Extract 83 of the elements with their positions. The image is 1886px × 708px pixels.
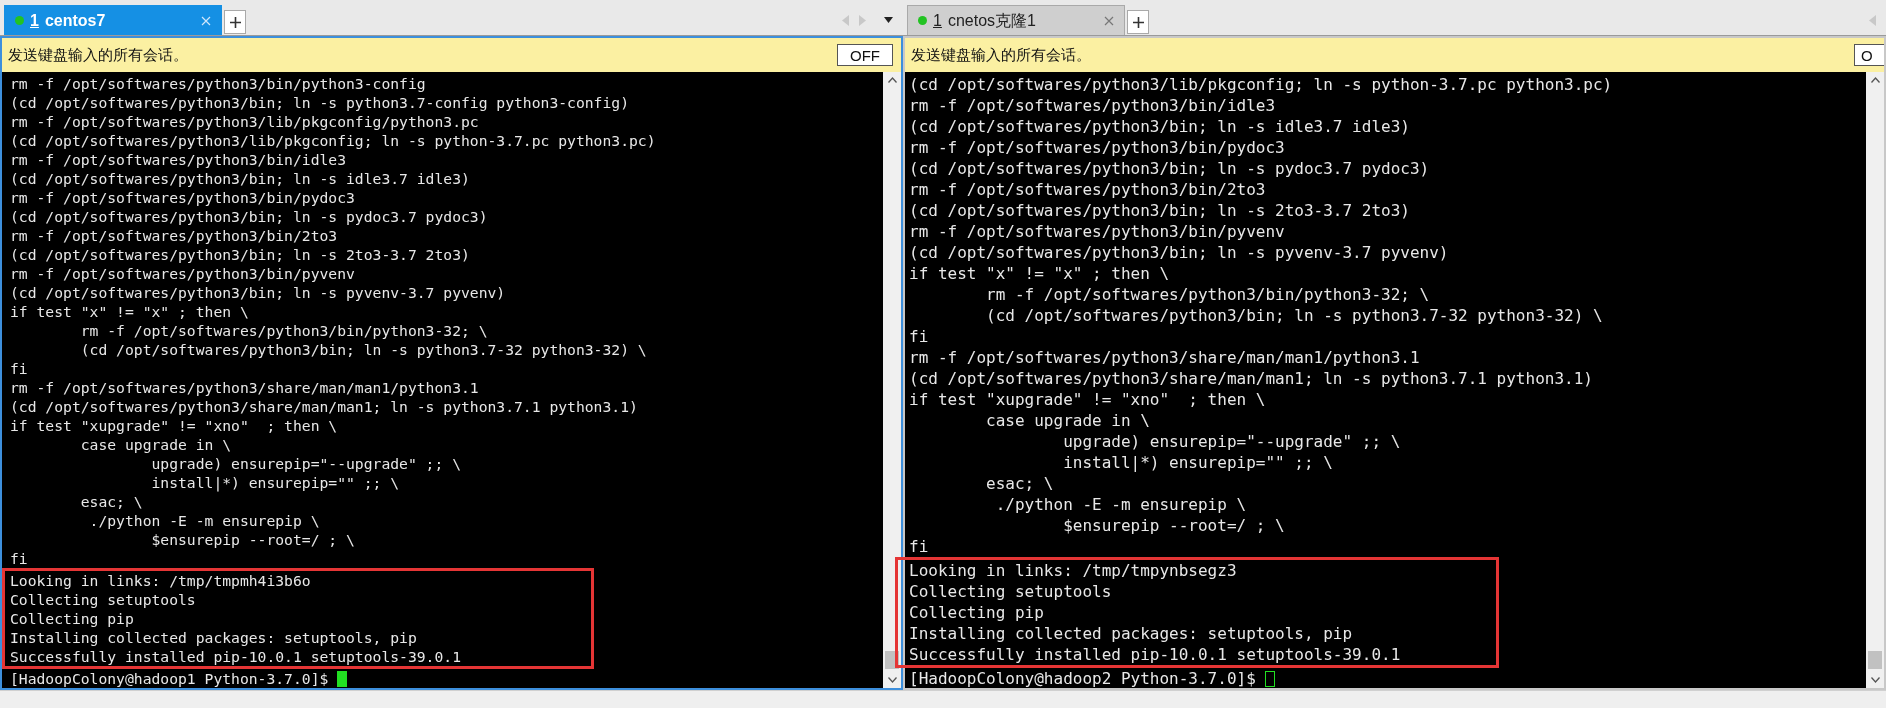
terminal-line: (cd /opt/softwares/python3/bin; ln -s pyvenv-3.7 pyvenv)	[909, 242, 1450, 263]
terminal-line: fi	[10, 359, 29, 378]
terminal-line: case upgrade in \	[79, 435, 233, 454]
terminal-line: (cd /opt/softwares/python3/lib/pkgconfig; ln -s python-3.7.pc python3.pc)	[909, 74, 1614, 95]
terminal-line: fi	[909, 536, 930, 557]
terminal-line: rm -f /opt/softwares/python3/bin/pydoc3	[10, 188, 356, 207]
tab-number: 1	[30, 10, 39, 31]
scrollbar[interactable]	[883, 72, 901, 688]
terminal-line: rm -f /opt/softwares/python3/lib/pkgconfig/python3.pc	[10, 112, 480, 131]
broadcast-message: 发送键盘输入的所有会话。	[911, 44, 1091, 65]
session-tab[interactable]: 1 cnetos克隆1	[907, 5, 1125, 35]
scroll-down-icon[interactable]	[887, 677, 897, 683]
terminal-line: (cd /opt/softwares/python3/bin; ln -s pydoc3.7 pydoc3)	[10, 207, 489, 226]
terminal-line: Successfully installed pip-10.0.1 setuptools-39.0.1	[909, 644, 1402, 665]
scrollbar[interactable]	[1866, 72, 1884, 688]
plus-icon	[229, 16, 241, 28]
shell-prompt: [HadoopColony@hadoop2 Python-3.7.0]$	[909, 668, 1257, 689]
terminal-line: rm -f /opt/softwares/python3/share/man/man1/python3.1	[10, 378, 480, 397]
terminal-line: rm -f /opt/softwares/python3/bin/pyvenv	[909, 221, 1286, 242]
terminal-line: if test "xupgrade" != "xno" ; then \	[909, 389, 1267, 410]
terminal-line: rm -f /opt/softwares/python3/bin/2to3	[10, 226, 339, 245]
terminal-line: (cd /opt/softwares/python3/lib/pkgconfig; ln -s python-3.7.pc python3.pc)	[10, 131, 657, 150]
terminal-line: rm -f /opt/softwares/python3/bin/python3-config	[10, 74, 427, 93]
new-tab-button[interactable]	[1127, 10, 1149, 34]
terminal-line: Collecting pip	[909, 602, 1045, 623]
scroll-up-icon[interactable]	[887, 77, 897, 83]
terminal-line: Successfully installed pip-10.0.1 setuptools-39.0.1	[10, 647, 462, 666]
terminal-line: if test "x" != "x" ; then \	[909, 263, 1171, 284]
terminal-line: rm -f /opt/softwares/python3/share/man/man1/python3.1	[909, 347, 1421, 368]
scroll-down-icon[interactable]	[1870, 677, 1880, 683]
terminal-line: $ensurepip --root=/ ; \	[150, 530, 356, 549]
terminal-line: rm -f /opt/softwares/python3/bin/pyvenv	[10, 264, 356, 283]
terminal-line: rm -f /opt/softwares/python3/bin/2to3	[909, 179, 1267, 200]
broadcast-message: 发送键盘输入的所有会话。	[8, 44, 188, 65]
terminal-line: esac; \	[985, 473, 1055, 494]
terminal-line: fi	[909, 326, 930, 347]
terminal-line: rm -f /opt/softwares/python3/bin/python3-32; \	[79, 321, 489, 340]
scrollbar-thumb[interactable]	[1868, 651, 1882, 669]
terminal-line: (cd /opt/softwares/python3/bin; ln -s 2to3-3.7 2to3)	[909, 200, 1411, 221]
new-tab-button[interactable]	[224, 10, 246, 34]
terminal-line: rm -f /opt/softwares/python3/bin/python3-32; \	[985, 284, 1431, 305]
off-button[interactable]: OFF	[837, 44, 893, 66]
tab-label: cnetos克隆1	[947, 10, 1036, 31]
tab-number: 1	[933, 10, 942, 31]
terminal-line: Installing collected packages: setuptools, pip	[10, 628, 418, 647]
terminal-line: esac; \	[79, 492, 144, 511]
terminal-line: upgrade) ensurepip="--upgrade" ;; \	[1062, 431, 1402, 452]
terminal-line: (cd /opt/softwares/python3/share/man/man1; ln -s python3.7.1 python3.1)	[10, 397, 639, 416]
terminal-line: Installing collected packages: setuptools, pip	[909, 623, 1354, 644]
terminal-line: (cd /opt/softwares/python3/bin; ln -s python3.7-config python3-config)	[10, 93, 630, 112]
terminal-line: Collecting pip	[10, 609, 135, 628]
terminal-line: Looking in links: /tmp/tmpmh4i3b6o	[10, 571, 312, 590]
terminal-line: (cd /opt/softwares/python3/bin; ln -s pyvenv-3.7 pyvenv)	[10, 283, 507, 302]
terminal-line: rm -f /opt/softwares/python3/bin/idle3	[909, 95, 1277, 116]
shell-prompt: [HadoopColony@hadoop1 Python-3.7.0]$	[10, 669, 330, 688]
terminal-line: (cd /opt/softwares/python3/share/man/man1; ln -s python3.7.1 python3.1)	[909, 368, 1594, 389]
close-icon[interactable]	[1104, 15, 1114, 26]
terminal-line: install|*) ensurepip="" ;; \	[150, 473, 401, 492]
off-button[interactable]: O	[1854, 44, 1884, 66]
plus-icon	[1132, 16, 1144, 28]
terminal-line: if test "x" != "x" ; then \	[10, 302, 250, 321]
terminal-line: (cd /opt/softwares/python3/bin; ln -s idle3.7 idle3)	[909, 116, 1411, 137]
terminal-line: fi	[10, 549, 29, 568]
terminal-line: Collecting setuptools	[909, 581, 1113, 602]
tab-label: centos7	[44, 10, 106, 31]
terminal-line: (cd /opt/softwares/python3/bin; ln -s idle3.7 idle3)	[10, 169, 471, 188]
terminal-line: install|*) ensurepip="" ;; \	[1062, 452, 1334, 473]
dropdown-caret-icon[interactable]	[884, 17, 893, 23]
terminal-line: case upgrade in \	[985, 410, 1151, 431]
terminal-line: if test "xupgrade" != "xno" ; then \	[10, 416, 339, 435]
terminal-line: (cd /opt/softwares/python3/bin; ln -s pydoc3.7 pydoc3)	[909, 158, 1431, 179]
terminal-line: rm -f /opt/softwares/python3/bin/idle3	[10, 150, 348, 169]
terminal-line: Collecting setuptools	[10, 590, 197, 609]
terminal-line: (cd /opt/softwares/python3/bin; ln -s python3.7-32 python3-32) \	[985, 305, 1604, 326]
terminal-line: (cd /opt/softwares/python3/bin; ln -s 2to3-3.7 2to3)	[10, 245, 471, 264]
terminal-line: ./python -E -m ensurepip \	[88, 511, 321, 530]
terminal-line: upgrade) ensurepip="--upgrade" ;; \	[150, 454, 462, 473]
terminal-line: $ensurepip --root=/ ; \	[1062, 515, 1286, 536]
terminal-line: ./python -E -m ensurepip \	[994, 494, 1248, 515]
terminal-line: (cd /opt/softwares/python3/bin; ln -s python3.7-32 python3-32) \	[79, 340, 648, 359]
terminal-line: rm -f /opt/softwares/python3/bin/pydoc3	[909, 137, 1286, 158]
scroll-up-icon[interactable]	[1870, 77, 1880, 83]
terminal-line: Looking in links: /tmp/tmpynbsegz3	[909, 560, 1238, 581]
